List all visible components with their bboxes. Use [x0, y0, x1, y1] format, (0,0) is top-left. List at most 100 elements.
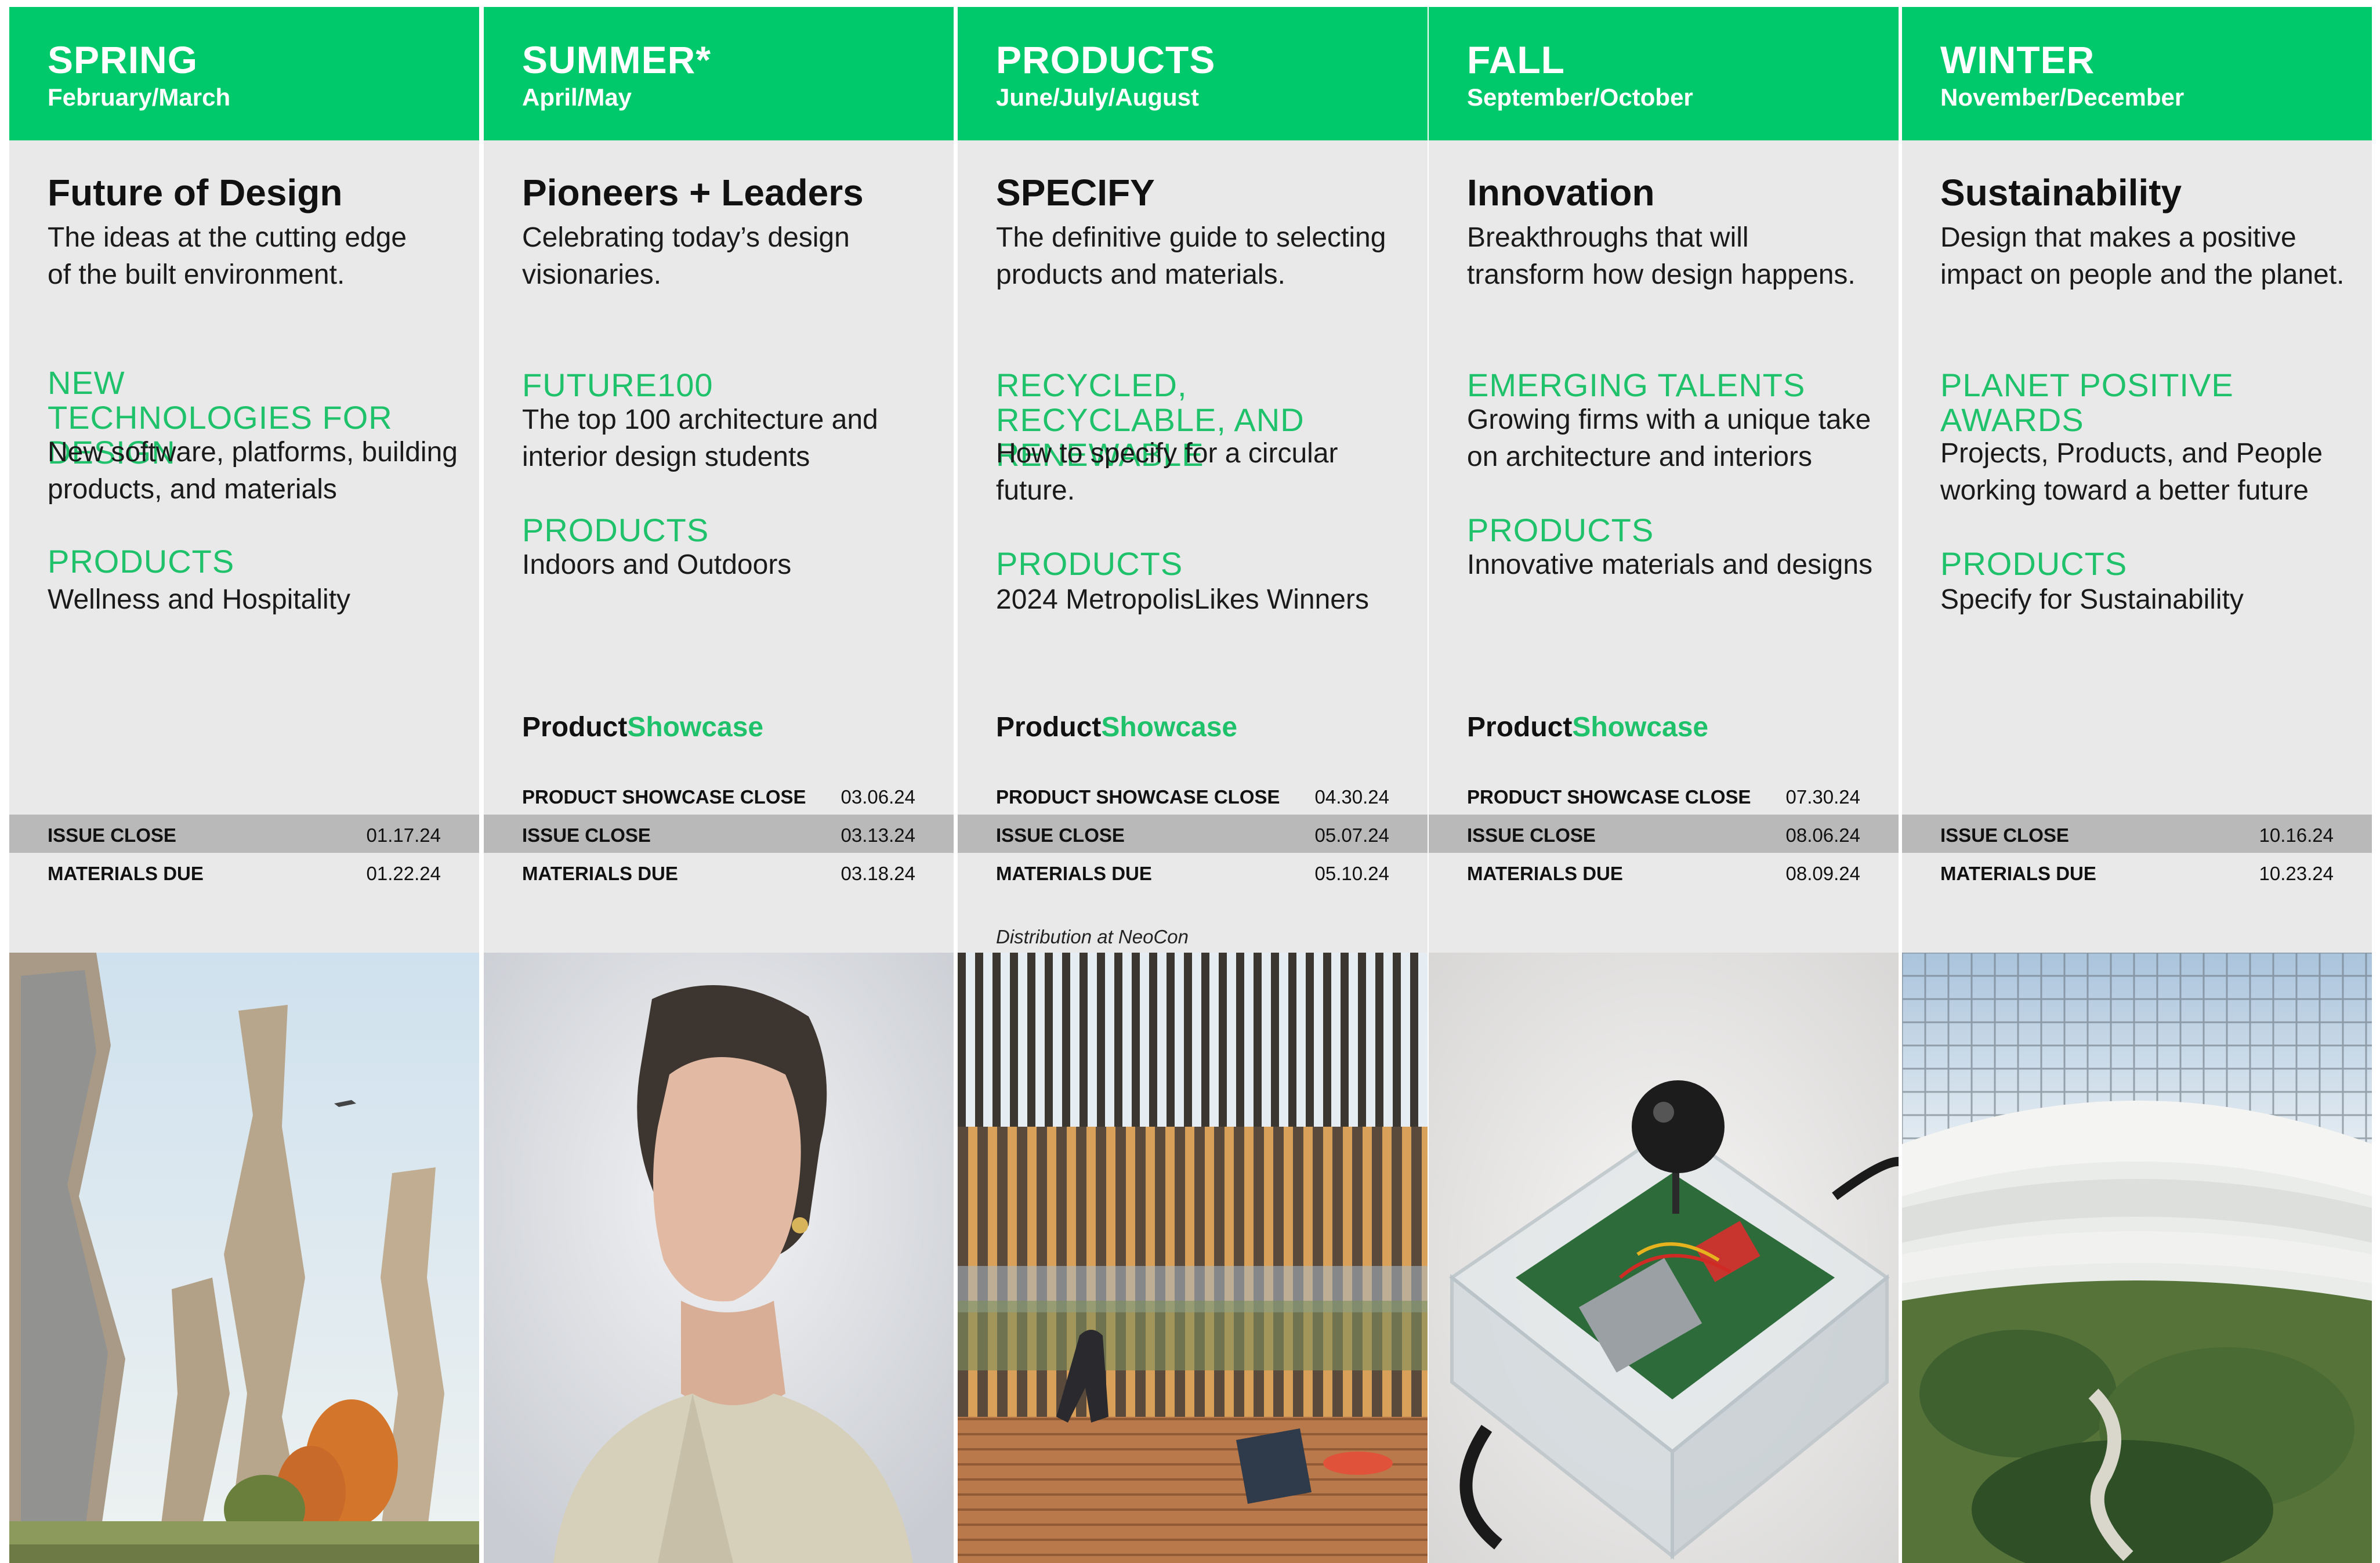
season-header: SPRING February/March [9, 7, 479, 140]
product-showcase-logo: ProductShowcase [522, 714, 763, 741]
season-header: SUMMER* April/May [484, 7, 954, 140]
section2-description: 2024 MetropolisLikes Winners [996, 584, 1369, 615]
season-months: February/March [48, 84, 231, 111]
showcase-close-date: 04.30.24 [1314, 786, 1389, 808]
issue-close-row: ISSUE CLOSE 10.16.24 [1902, 815, 2372, 853]
product-showcase-logo: ProductShowcase [1467, 714, 1708, 741]
showcase-word-product: Product [1467, 712, 1573, 743]
product-showcase-logo: ProductShowcase [996, 714, 1237, 741]
section2-title: PRODUCTS [522, 512, 709, 548]
issue-close-date: 03.13.24 [841, 824, 915, 846]
season-months: November/December [1940, 84, 2185, 111]
issue-close-row: ISSUE CLOSE 03.13.24 [484, 815, 954, 853]
showcase-close-row: PRODUCT SHOWCASE CLOSE 03.06.24 [484, 776, 954, 815]
column-products: PRODUCTS June/July/August SPECIFY The de… [958, 7, 1428, 1563]
season-title: WINTER [1940, 38, 2095, 81]
section1-description: The top 100 architecture and interior de… [522, 404, 878, 472]
issue-close-label: ISSUE CLOSE [996, 824, 1125, 846]
section2-title: PRODUCTS [48, 543, 235, 580]
section2-title: PRODUCTS [996, 545, 1183, 582]
section2-title: PRODUCTS [1467, 512, 1654, 548]
season-title: SUMMER* [522, 38, 712, 81]
showcase-close-label: PRODUCT SHOWCASE CLOSE [996, 786, 1280, 808]
section2-description: Indoors and Outdoors [522, 549, 792, 580]
season-header: WINTER November/December [1902, 7, 2372, 140]
materials-due-label: MATERIALS DUE [1940, 863, 2096, 884]
materials-due-label: MATERIALS DUE [996, 863, 1152, 884]
woman-portrait-photo [484, 953, 954, 1563]
section1-title: EMERGING TALENTS [1467, 367, 1806, 403]
season-title: PRODUCTS [996, 38, 1216, 81]
showcase-close-row: PRODUCT SHOWCASE CLOSE 04.30.24 [958, 776, 1428, 815]
showcase-word-showcase: Showcase [1572, 712, 1709, 743]
theme-title: Pioneers + Leaders [522, 172, 864, 214]
section2-title: PRODUCTS [1940, 545, 2128, 582]
theme-description: Celebrating today’s design visionaries. [522, 222, 850, 290]
materials-due-date: 01.22.24 [366, 863, 441, 884]
issue-close-row: ISSUE CLOSE 05.07.24 [958, 815, 1428, 853]
atrium-garden-photo [1902, 953, 2372, 1563]
column-spring: SPRING February/March Future of Design T… [9, 7, 479, 1563]
season-title: SPRING [48, 38, 198, 81]
theme-description: Breakthroughs that will transform how de… [1467, 222, 1856, 290]
section1-title: PLANET POSITIVE AWARDS [1940, 367, 2234, 438]
theme-title: SPECIFY [996, 172, 1155, 214]
acrylic-device-photo [1429, 953, 1899, 1563]
issue-close-label: ISSUE CLOSE [48, 824, 176, 846]
season-header: FALL September/October [1429, 7, 1899, 140]
theme-title: Future of Design [48, 172, 343, 214]
showcase-close-label: PRODUCT SHOWCASE CLOSE [1467, 786, 1751, 808]
section2-description: Innovative materials and designs [1467, 549, 1873, 580]
section1-description: How to specify for a circular future. [996, 438, 1338, 506]
season-header: PRODUCTS June/July/August [958, 7, 1428, 140]
showcase-word-showcase: Showcase [1101, 712, 1238, 743]
season-months: September/October [1467, 84, 1693, 111]
section1-title: FUTURE100 [522, 367, 713, 403]
column-winter: WINTER November/December Sustainability … [1902, 7, 2372, 1563]
materials-due-date: 03.18.24 [841, 863, 915, 884]
season-months: April/May [522, 84, 632, 111]
theme-description: Design that makes a positive impact on p… [1940, 222, 2345, 290]
materials-due-date: 05.10.24 [1314, 863, 1389, 884]
issue-close-label: ISSUE CLOSE [1940, 824, 2069, 846]
materials-due-label: MATERIALS DUE [48, 863, 204, 884]
materials-due-row: MATERIALS DUE 10.23.24 [1902, 853, 2372, 891]
issue-close-row: ISSUE CLOSE 01.17.24 [9, 815, 479, 853]
showcase-close-row: PRODUCT SHOWCASE CLOSE 07.30.24 [1429, 776, 1899, 815]
issue-close-date: 10.16.24 [2259, 824, 2334, 846]
louvered-terrace-photo [958, 953, 1428, 1563]
materials-due-row: MATERIALS DUE 05.10.24 [958, 853, 1428, 891]
issue-close-date: 01.17.24 [366, 824, 441, 846]
issue-close-date: 05.07.24 [1314, 824, 1389, 846]
materials-due-row: MATERIALS DUE 01.22.24 [9, 853, 479, 891]
section1-description: Projects, Products, and People working t… [1940, 438, 2323, 506]
showcase-word-showcase: Showcase [627, 712, 764, 743]
showcase-close-date: 07.30.24 [1785, 786, 1860, 808]
issue-close-label: ISSUE CLOSE [522, 824, 651, 846]
issue-close-date: 08.06.24 [1785, 824, 1860, 846]
section2-description: Wellness and Hospitality [48, 584, 351, 615]
showcase-close-date: 03.06.24 [841, 786, 915, 808]
theme-title: Sustainability [1940, 172, 2182, 214]
section1-description: New software, platforms, building produc… [48, 437, 458, 505]
materials-due-date: 10.23.24 [2259, 863, 2334, 884]
showcase-word-product: Product [522, 712, 628, 743]
materials-due-date: 08.09.24 [1785, 863, 1860, 884]
issue-close-row: ISSUE CLOSE 08.06.24 [1429, 815, 1899, 853]
season-months: June/July/August [996, 84, 1200, 111]
column-fall: FALL September/October Innovation Breakt… [1429, 7, 1899, 1563]
theme-description: The definitive guide to selecting produc… [996, 222, 1386, 290]
showcase-close-label: PRODUCT SHOWCASE CLOSE [522, 786, 806, 808]
season-title: FALL [1467, 38, 1565, 81]
materials-due-row: MATERIALS DUE 03.18.24 [484, 853, 954, 891]
showcase-word-product: Product [996, 712, 1102, 743]
distribution-note: Distribution at NeoCon [996, 926, 1189, 947]
materials-due-label: MATERIALS DUE [1467, 863, 1623, 884]
theme-title: Innovation [1467, 172, 1655, 214]
materials-due-row: MATERIALS DUE 08.09.24 [1429, 853, 1899, 891]
column-summer: SUMMER* April/May Pioneers + Leaders Cel… [484, 7, 954, 1563]
materials-due-label: MATERIALS DUE [522, 863, 678, 884]
section2-description: Specify for Sustainability [1940, 584, 2244, 615]
theme-description: The ideas at the cutting edge of the bui… [48, 222, 407, 290]
section1-description: Growing firms with a unique take on arch… [1467, 404, 1871, 472]
